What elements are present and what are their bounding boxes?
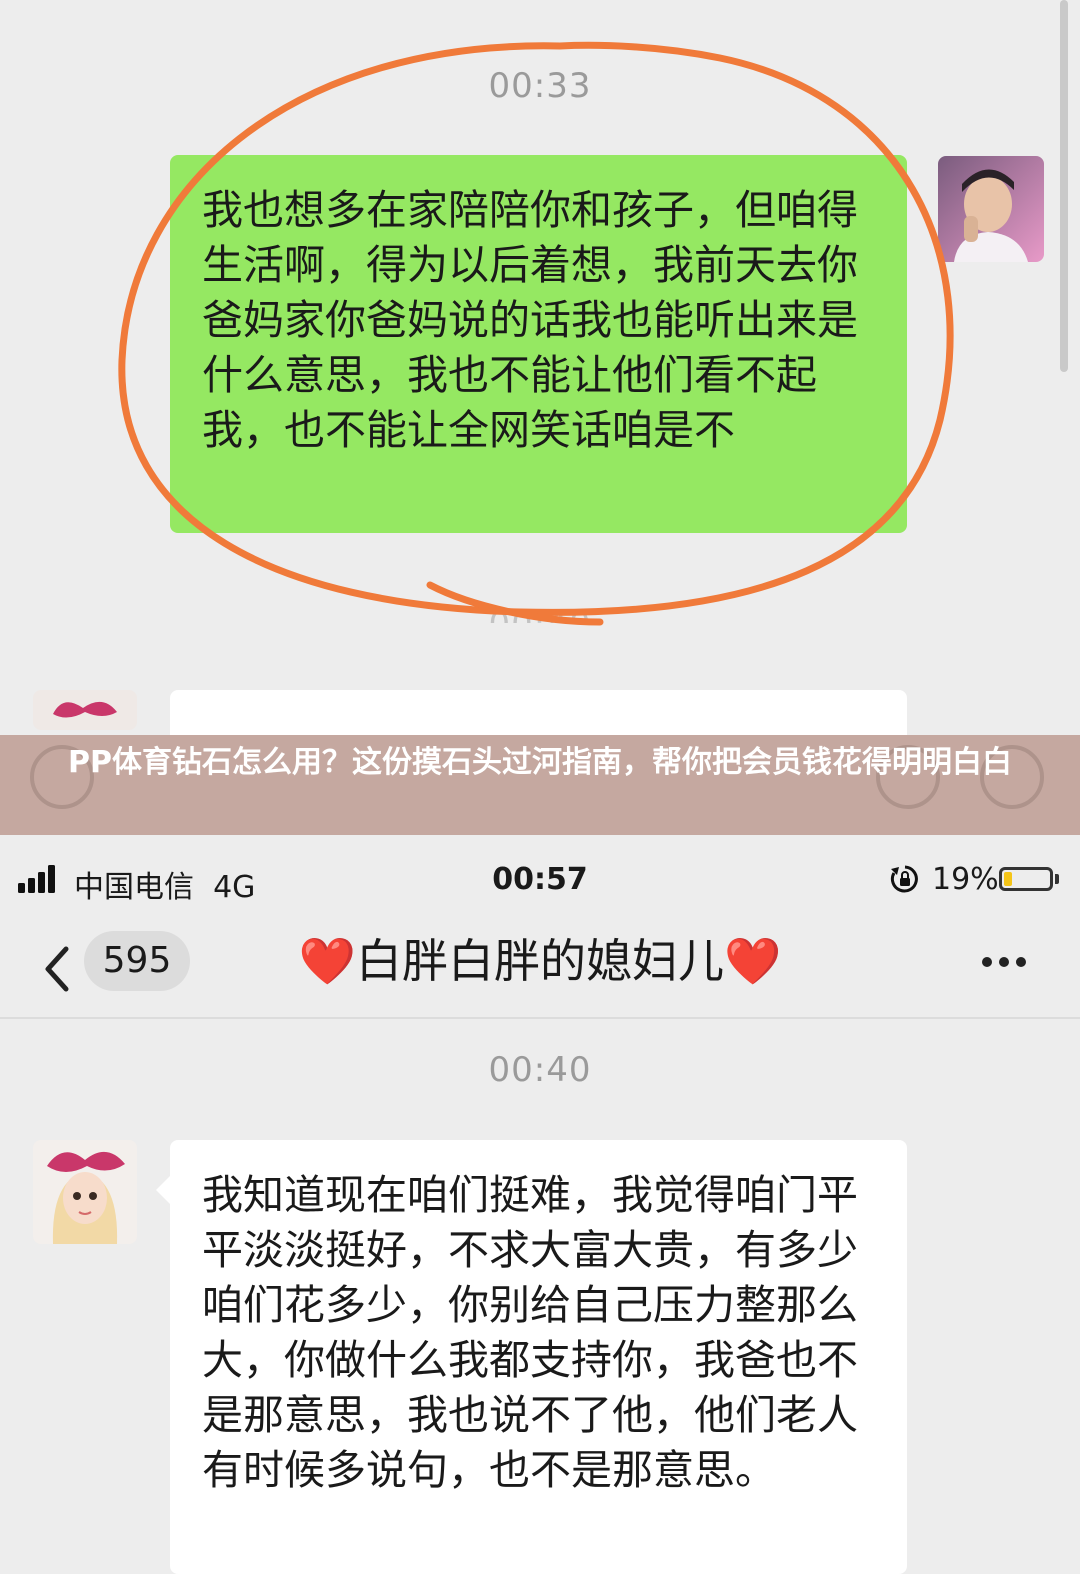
contact-name: 白胖白胖的媳妇儿	[356, 934, 724, 988]
heart-emoji-icon: ❤️	[298, 934, 356, 988]
article-title-banner: PP体育钻石怎么用？这份摸石头过河指南，帮你把会员钱花得明明白白	[0, 735, 1080, 835]
incoming-message-text: 我知道现在咱们挺难，我觉得咱门平平淡淡挺好，不求大富大贵，有多少咱们花多少，你别…	[202, 1171, 858, 1494]
heart-emoji-icon: ❤️	[724, 934, 782, 988]
chat-title: ❤️白胖白胖的媳妇儿❤️	[0, 929, 1080, 993]
contact-avatar[interactable]	[33, 1140, 137, 1244]
chat-nav-bar: 595 ❤️白胖白胖的媳妇儿❤️	[0, 925, 1080, 1019]
battery-level-fill	[1004, 872, 1012, 886]
incoming-message-bubble[interactable]: 我知道现在咱们挺难，我觉得咱门平平淡淡挺好，不求大富大贵，有多少咱们花多少，你别…	[156, 1140, 907, 1574]
more-options-icon[interactable]	[980, 955, 1028, 969]
annotation-circle-drawing	[118, 41, 954, 626]
status-bar: 中国电信 4G 00:57 19%	[0, 835, 1080, 925]
rotation-lock-icon	[890, 865, 918, 893]
battery-percent: 19%	[932, 862, 999, 897]
doll-portrait-icon	[33, 1140, 137, 1244]
battery-cap	[1055, 874, 1059, 884]
article-title: PP体育钻石怎么用？这份摸石头过河指南，帮你把会员钱花得明明白白	[68, 745, 1012, 780]
battery-icon	[999, 867, 1053, 891]
message-timestamp: 00:40	[488, 1050, 592, 1090]
upper-chat-screenshot: 00:33 我也想多在家陪陪你和孩子，但咱得生活啊，得为以后着想，我前天去你爸妈…	[0, 0, 1080, 735]
